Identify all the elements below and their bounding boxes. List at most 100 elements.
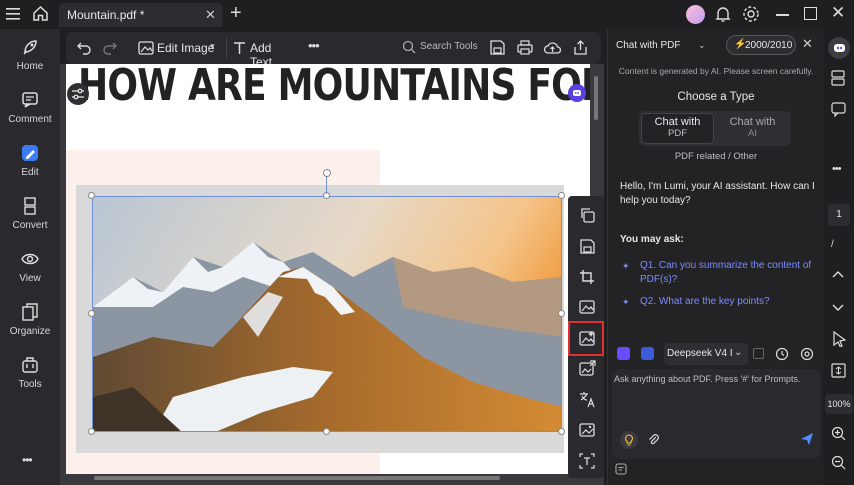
you-may-ask-label: You may ask: — [620, 234, 684, 245]
zoom-in-icon[interactable] — [831, 426, 846, 441]
nav-home-label: Home — [16, 61, 44, 72]
image-adjust-icon[interactable] — [570, 416, 604, 444]
page-heading: HOW ARE MOUNTAINS FORMED? — [78, 64, 590, 111]
bell-icon[interactable] — [715, 6, 731, 23]
option-ai-line1: Chat with — [729, 116, 776, 128]
chevron-down-icon[interactable] — [832, 304, 844, 312]
history-icon[interactable] — [775, 347, 789, 361]
close-tab-icon[interactable]: ✕ — [205, 7, 216, 23]
add-text-button[interactable]: Add Text — [232, 36, 296, 69]
ai-assistant-float-icon[interactable] — [568, 84, 586, 102]
rotate-handle[interactable] — [323, 169, 331, 177]
page-separator: / — [831, 239, 834, 250]
save-image-icon[interactable] — [570, 232, 604, 260]
settings-icon[interactable] — [800, 347, 814, 361]
right-rail: ••• 1 / 100% — [823, 29, 854, 485]
save-icon[interactable] — [490, 40, 505, 55]
page-number[interactable]: 1 — [828, 204, 850, 226]
option-ai-line2: AI — [748, 128, 757, 139]
chevron-down-icon: ▾ — [210, 41, 215, 51]
ai-assistant-button[interactable] — [828, 37, 850, 59]
ai-image-edit-icon[interactable] — [570, 324, 604, 352]
resize-handle[interactable] — [88, 310, 95, 317]
sparkle-icon: ✦ — [622, 297, 630, 307]
image-export-icon[interactable] — [570, 354, 604, 382]
new-tab-icon[interactable]: + — [230, 3, 242, 23]
model-name: Deepseek V4 I — [667, 348, 733, 359]
comments-icon[interactable] — [831, 102, 846, 117]
resize-handle[interactable] — [88, 192, 95, 199]
undo-icon[interactable] — [76, 39, 92, 55]
copy-icon[interactable] — [753, 348, 764, 359]
share-icon[interactable] — [573, 39, 588, 55]
maximize-icon[interactable] — [804, 7, 817, 20]
menu-icon[interactable] — [6, 7, 20, 20]
nav-tools[interactable]: Tools — [0, 355, 60, 405]
more-nav-icon[interactable]: ••• — [22, 453, 33, 467]
nav-home[interactable]: Home — [0, 37, 60, 87]
document-tab[interactable]: Mountain.pdf * ✕ — [59, 3, 222, 27]
model-selector[interactable]: Deepseek V4 I ⌄ — [664, 343, 748, 365]
chat-with-pdf-option[interactable]: Chat with PDF — [641, 113, 714, 144]
chat-input-box[interactable]: Ask anything about PDF. Press '#' for Pr… — [612, 369, 820, 459]
vertical-scrollbar[interactable] — [594, 76, 598, 120]
send-icon[interactable] — [800, 432, 814, 446]
crop-icon[interactable] — [570, 263, 604, 291]
chat-with-ai-option[interactable]: Chat with AI — [716, 113, 789, 144]
zoom-out-icon[interactable] — [831, 455, 846, 470]
edit-toolbar: Edit Image ▾ Add Text ••• Search Tools — [66, 32, 601, 69]
notes-icon[interactable] — [615, 463, 627, 475]
chat-mode-dropdown[interactable]: Chat with PDF ⌄ — [616, 37, 708, 55]
home-icon[interactable] — [32, 5, 49, 22]
sparkle-icon: ✦ — [622, 261, 630, 271]
resize-handle[interactable] — [323, 428, 330, 435]
close-panel-icon[interactable]: ✕ — [802, 36, 813, 52]
nav-edit[interactable]: Edit — [0, 143, 60, 193]
edit-image-button[interactable]: Edit Image ▾ — [136, 36, 218, 60]
chevron-up-icon[interactable] — [832, 270, 844, 278]
redo-icon[interactable] — [102, 39, 118, 55]
replace-image-icon[interactable] — [570, 293, 604, 321]
organize-icon — [0, 302, 60, 322]
sliders-icon — [72, 88, 84, 100]
ai-disclaimer: Content is generated by AI. Please scree… — [618, 66, 814, 76]
resize-handle[interactable] — [558, 192, 565, 199]
ocr-icon[interactable] — [570, 447, 604, 475]
resize-handle[interactable] — [558, 428, 565, 435]
mountain-image[interactable] — [92, 196, 562, 432]
settings-gear-icon[interactable] — [742, 5, 760, 23]
more-options-icon[interactable]: ••• — [308, 38, 320, 53]
translate-icon[interactable] — [570, 385, 604, 413]
credits-count: 2000/2010 — [745, 40, 793, 51]
cloud-upload-icon[interactable] — [544, 40, 561, 55]
ai-app-icon[interactable] — [617, 347, 630, 360]
question-2-text: Q2. What are the key points? — [640, 296, 770, 307]
duplicate-image-icon[interactable] — [570, 201, 604, 229]
page-settings-button[interactable] — [67, 83, 89, 105]
lightbulb-icon[interactable] — [620, 431, 638, 449]
chevron-down-icon: ⌄ — [734, 347, 743, 358]
zoom-level[interactable]: 100% — [825, 394, 853, 414]
more-icon[interactable]: ••• — [832, 163, 842, 175]
resize-handle[interactable] — [88, 428, 95, 435]
minimize-icon[interactable] — [776, 14, 789, 16]
close-window-icon[interactable]: ✕ — [831, 3, 845, 23]
credits-badge[interactable]: ⚡ 2000/2010 — [726, 35, 796, 55]
convert-icon — [0, 196, 60, 216]
fit-page-icon[interactable] — [831, 363, 846, 378]
print-icon[interactable] — [517, 40, 533, 55]
nav-organize[interactable]: Organize — [0, 302, 60, 352]
attach-icon[interactable] — [647, 433, 660, 446]
select-cursor-icon[interactable] — [833, 331, 846, 347]
search-tools-label: Search Tools — [420, 41, 478, 52]
nav-view[interactable]: View — [0, 249, 60, 299]
nav-comment[interactable]: Comment — [0, 90, 60, 140]
resize-handle[interactable] — [558, 310, 565, 317]
horizontal-scrollbar[interactable] — [94, 476, 500, 480]
option-pdf-line1: Chat with — [654, 116, 701, 128]
panels-icon[interactable] — [831, 70, 845, 86]
nav-convert[interactable]: Convert — [0, 196, 60, 246]
search-tools[interactable]: Search Tools — [402, 38, 478, 58]
avatar[interactable] — [686, 5, 705, 24]
deepseek-icon[interactable] — [641, 347, 654, 360]
